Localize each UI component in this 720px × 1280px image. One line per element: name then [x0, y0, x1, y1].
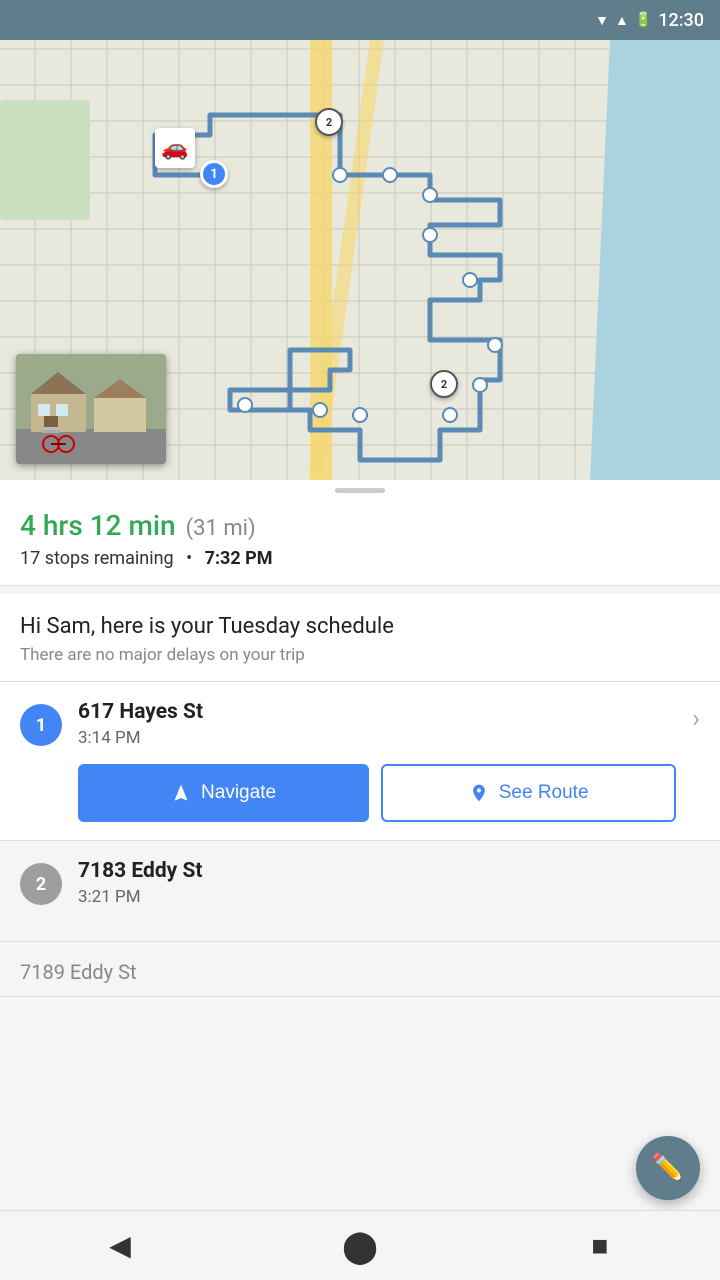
stop-marker-2-top: 2 [315, 108, 343, 136]
stops-row: 17 stops remaining • 7:32 PM [20, 548, 700, 569]
schedule-subtitle: There are no major delays on your trip [20, 645, 700, 665]
see-route-icon [469, 783, 489, 803]
stop-icon: ■ [592, 1229, 609, 1262]
street-photo-image [16, 354, 166, 464]
eta-time: 7:32 PM [205, 548, 273, 569]
fab-edit-button[interactable]: ✏️ [636, 1136, 700, 1200]
back-icon: ◀ [109, 1229, 131, 1262]
stop-item-partial: 7189 Eddy St [0, 942, 720, 997]
info-panel: 4 hrs 12 min (31 mi) 17 stops remaining … [0, 497, 720, 586]
schedule-section: Hi Sam, here is your Tuesday schedule Th… [0, 594, 720, 682]
stop-2-address: 7183 Eddy St [78, 859, 700, 883]
stop-1-address: 617 Hayes St [78, 700, 676, 724]
schedule-title: Hi Sam, here is your Tuesday schedule [20, 614, 700, 639]
drag-handle[interactable] [0, 480, 720, 497]
travel-time: 4 hrs 12 min [20, 509, 176, 542]
nav-home-button[interactable]: ⬤ [330, 1216, 390, 1276]
nav-back-button[interactable]: ◀ [90, 1216, 150, 1276]
stop-2-time: 3:21 PM [78, 887, 700, 907]
navigate-label: Navigate [201, 782, 276, 804]
stop-1-number: 1 [20, 704, 62, 746]
stop-1-chevron[interactable]: › [692, 704, 700, 734]
nav-stop-button[interactable]: ■ [570, 1216, 630, 1276]
wifi-icon: ▼ [595, 12, 609, 29]
stop-1-time: 3:14 PM [78, 728, 676, 748]
stop-item-1: 1 617 Hayes St 3:14 PM Navigate See Rout… [0, 682, 720, 841]
stops-dot: • [186, 548, 192, 569]
bottom-nav: ◀ ⬤ ■ [0, 1210, 720, 1280]
home-icon: ⬤ [342, 1227, 378, 1265]
stop-2-info: 7183 Eddy St 3:21 PM [78, 859, 700, 923]
stop-marker-1: 1 [200, 160, 228, 188]
street-photo[interactable] [16, 354, 166, 464]
stop-item-2[interactable]: 2 7183 Eddy St 3:21 PM [0, 841, 720, 942]
drag-handle-bar [335, 488, 385, 493]
stop-2-number: 2 [20, 863, 62, 905]
status-bar: ▼ ▲ 🔋 12:30 [0, 0, 720, 40]
car-marker: 🚗 [155, 128, 195, 168]
see-route-label: See Route [499, 782, 589, 804]
battery-icon: 🔋 [635, 12, 652, 28]
navigate-button[interactable]: Navigate [78, 764, 369, 822]
status-time: 12:30 [658, 10, 704, 31]
edit-icon: ✏️ [652, 1153, 684, 1183]
status-icons: ▼ ▲ 🔋 12:30 [595, 10, 704, 31]
signal-icon: ▲ [615, 12, 629, 29]
stop-item-1-inner: 1 617 Hayes St 3:14 PM Navigate See Rout… [20, 700, 700, 822]
car-icon: 🚗 [155, 128, 195, 168]
distance: (31 mi) [186, 516, 256, 541]
stop-marker-2-bottom: 2 [430, 370, 458, 398]
partial-address: 7189 Eddy St [20, 960, 700, 984]
stop-1-info: 617 Hayes St 3:14 PM Navigate See Route [78, 700, 676, 822]
see-route-button[interactable]: See Route [381, 764, 676, 822]
time-row: 4 hrs 12 min (31 mi) [20, 509, 700, 542]
stop-item-2-inner: 2 7183 Eddy St 3:21 PM [20, 859, 700, 923]
stop-1-actions: Navigate See Route [78, 764, 676, 822]
stops-remaining: 17 stops remaining [20, 548, 174, 569]
navigate-icon [171, 783, 191, 803]
map-area[interactable]: 🚗 1 2 2 [0, 40, 720, 480]
